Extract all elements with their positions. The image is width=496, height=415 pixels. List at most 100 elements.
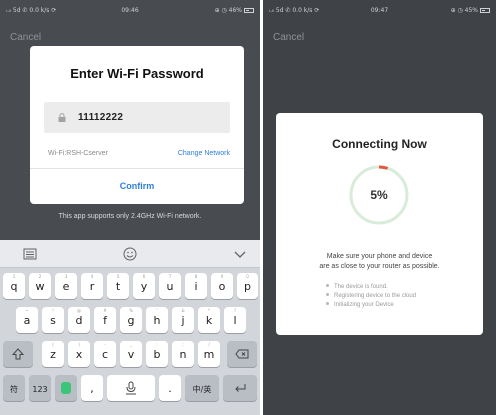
- key[interactable]: ~ a: [16, 307, 38, 333]
- connecting-screen: ᵢ.ₗₗ 5d ✆ 0.0 k/s ⟳ 09:47 ⊕ ◷ 45% Cancel…: [263, 0, 496, 415]
- proximity-tip-line-2: are as close to your router as possible.: [319, 263, 440, 270]
- keyboard-menu-icon[interactable]: [22, 246, 38, 262]
- password-field[interactable]: 11112222: [44, 102, 230, 133]
- dialog-title: Enter Wi-Fi Password: [70, 66, 204, 81]
- key-number-hint: 5: [116, 274, 120, 279]
- backspace-key[interactable]: [227, 341, 257, 367]
- battery-text: ⊕ ◷ 46%: [214, 7, 242, 14]
- proximity-tip-line-1: Make sure your phone and device: [326, 253, 433, 260]
- key-symbol-hint: ?: [233, 308, 237, 313]
- wifi-password-screen: ᵢ.ₗₗ 5d ✆ 0.0 k/s ⟳ 09:46 ⊕ ◷ 46% Cancel…: [0, 0, 260, 415]
- bullet-icon: [326, 293, 329, 296]
- key-label: 123: [32, 385, 48, 394]
- key-symbol-hint: !: [52, 308, 54, 313]
- key-symbol-hint: (: [52, 342, 54, 347]
- key[interactable]: % g: [120, 307, 142, 333]
- key[interactable]: * k: [198, 307, 220, 333]
- confirm-button[interactable]: Confirm: [30, 168, 244, 204]
- comma-key[interactable]: ,: [81, 375, 103, 401]
- status-battery: ⊕ ◷ 45%: [451, 7, 490, 14]
- key-number-hint: 6: [142, 274, 146, 279]
- language-key[interactable]: 中/英: [185, 375, 219, 401]
- key[interactable]: ! s: [42, 307, 64, 333]
- key-number-hint: 4: [90, 274, 94, 279]
- space-key[interactable]: [107, 375, 155, 401]
- key[interactable]: / m: [198, 341, 220, 367]
- battery-text: ⊕ ◷ 45%: [450, 7, 478, 14]
- connecting-title: Connecting Now: [332, 137, 427, 151]
- key-number-hint: 8: [194, 274, 198, 279]
- lock-icon: [58, 113, 66, 122]
- shift-icon: [12, 348, 24, 360]
- key[interactable]: -c: [94, 341, 116, 367]
- connection-steps: The device is found. Registering device …: [326, 283, 416, 310]
- key[interactable]: _ v: [120, 341, 142, 367]
- key[interactable]: ; n: [172, 341, 194, 367]
- number-key[interactable]: 123: [29, 375, 51, 401]
- key[interactable]: 3e: [55, 273, 77, 299]
- change-network-link[interactable]: Change Network: [178, 150, 230, 157]
- step-label: The device is found.: [334, 284, 388, 290]
- period-key[interactable]: .: [159, 375, 181, 401]
- status-battery: ⊕ ◷ 46%: [215, 7, 254, 14]
- key-symbol-hint: #: [103, 308, 107, 313]
- key[interactable]: ? l: [224, 307, 246, 333]
- battery-icon: [244, 8, 254, 13]
- key-symbol-hint: *: [208, 308, 210, 313]
- key[interactable]: 7u: [159, 273, 181, 299]
- cancel-button[interactable]: Cancel: [273, 32, 304, 43]
- key[interactable]: & j: [172, 307, 194, 333]
- step-item: Initializing your Device: [326, 301, 416, 310]
- key-symbol-hint: :: [156, 342, 158, 347]
- symbol-key[interactable]: 符: [3, 375, 25, 401]
- key[interactable]: 2w: [29, 273, 51, 299]
- support-note: This app supports only 2.4GHz Wi-Fi netw…: [58, 213, 202, 220]
- key-symbol-hint: -: [104, 342, 106, 347]
- step-label: Initializing your Device: [334, 302, 394, 308]
- key-symbol-hint: &: [181, 308, 185, 313]
- battery-icon: [480, 8, 490, 13]
- key[interactable]: 1q: [3, 273, 25, 299]
- wifi-password-dialog: Enter Wi-Fi Password 11112222 Wi-Fi:RSH-…: [30, 46, 244, 204]
- enter-key[interactable]: [223, 375, 257, 401]
- key-symbol-hint: %: [129, 308, 133, 313]
- status-bar: ᵢ.ₗₗ 5d ✆ 0.0 k/s ⟳ 09:46 ⊕ ◷ 46%: [0, 0, 260, 20]
- keyboard: 1q 2w 3e 4r 5t 6y 7u 8i 9o 0p ~ a ! s @ d #…: [0, 240, 260, 415]
- cancel-button[interactable]: Cancel: [10, 32, 41, 43]
- key[interactable]: ' h: [146, 307, 168, 333]
- key[interactable]: ) x: [68, 341, 90, 367]
- key[interactable]: @ d: [68, 307, 90, 333]
- connecting-card: Connecting Now 5% Make sure your phone a…: [276, 113, 483, 335]
- bullet-icon: [326, 302, 329, 305]
- password-value: 11112222: [78, 112, 124, 123]
- key[interactable]: 6y: [133, 273, 155, 299]
- key-number-hint: 9: [220, 274, 224, 279]
- key-label: 中/英: [192, 385, 212, 394]
- key[interactable]: # f: [94, 307, 116, 333]
- step-item: Registering device to the cloud: [326, 292, 416, 301]
- key[interactable]: (z: [42, 341, 64, 367]
- key-number-hint: 1: [12, 274, 16, 279]
- key[interactable]: :b: [146, 341, 168, 367]
- key-symbol-hint: ': [156, 308, 158, 313]
- shift-key[interactable]: [3, 341, 33, 367]
- key-number-hint: 0: [246, 274, 249, 279]
- key[interactable]: 9o: [211, 273, 233, 299]
- key[interactable]: 5t: [107, 273, 129, 299]
- wifi-network-label: Wi-Fi:RSH-Cserver: [48, 150, 108, 157]
- return-icon: [235, 384, 246, 392]
- key-number-hint: 2: [38, 274, 42, 279]
- key-symbol-hint: ): [78, 342, 80, 347]
- app-logo-icon: [61, 382, 71, 394]
- key-label: .: [168, 382, 172, 395]
- key-symbol-hint: /: [208, 342, 210, 347]
- emoji-icon[interactable]: [122, 246, 138, 262]
- key[interactable]: 0p: [237, 273, 258, 299]
- step-label: Registering device to the cloud: [334, 293, 417, 299]
- key-symbol-hint: ;: [182, 342, 184, 347]
- chevron-down-icon[interactable]: [232, 246, 248, 262]
- app-key[interactable]: [55, 375, 77, 401]
- bullet-icon: [326, 284, 329, 287]
- key[interactable]: 4r: [81, 273, 103, 299]
- key[interactable]: 8i: [185, 273, 207, 299]
